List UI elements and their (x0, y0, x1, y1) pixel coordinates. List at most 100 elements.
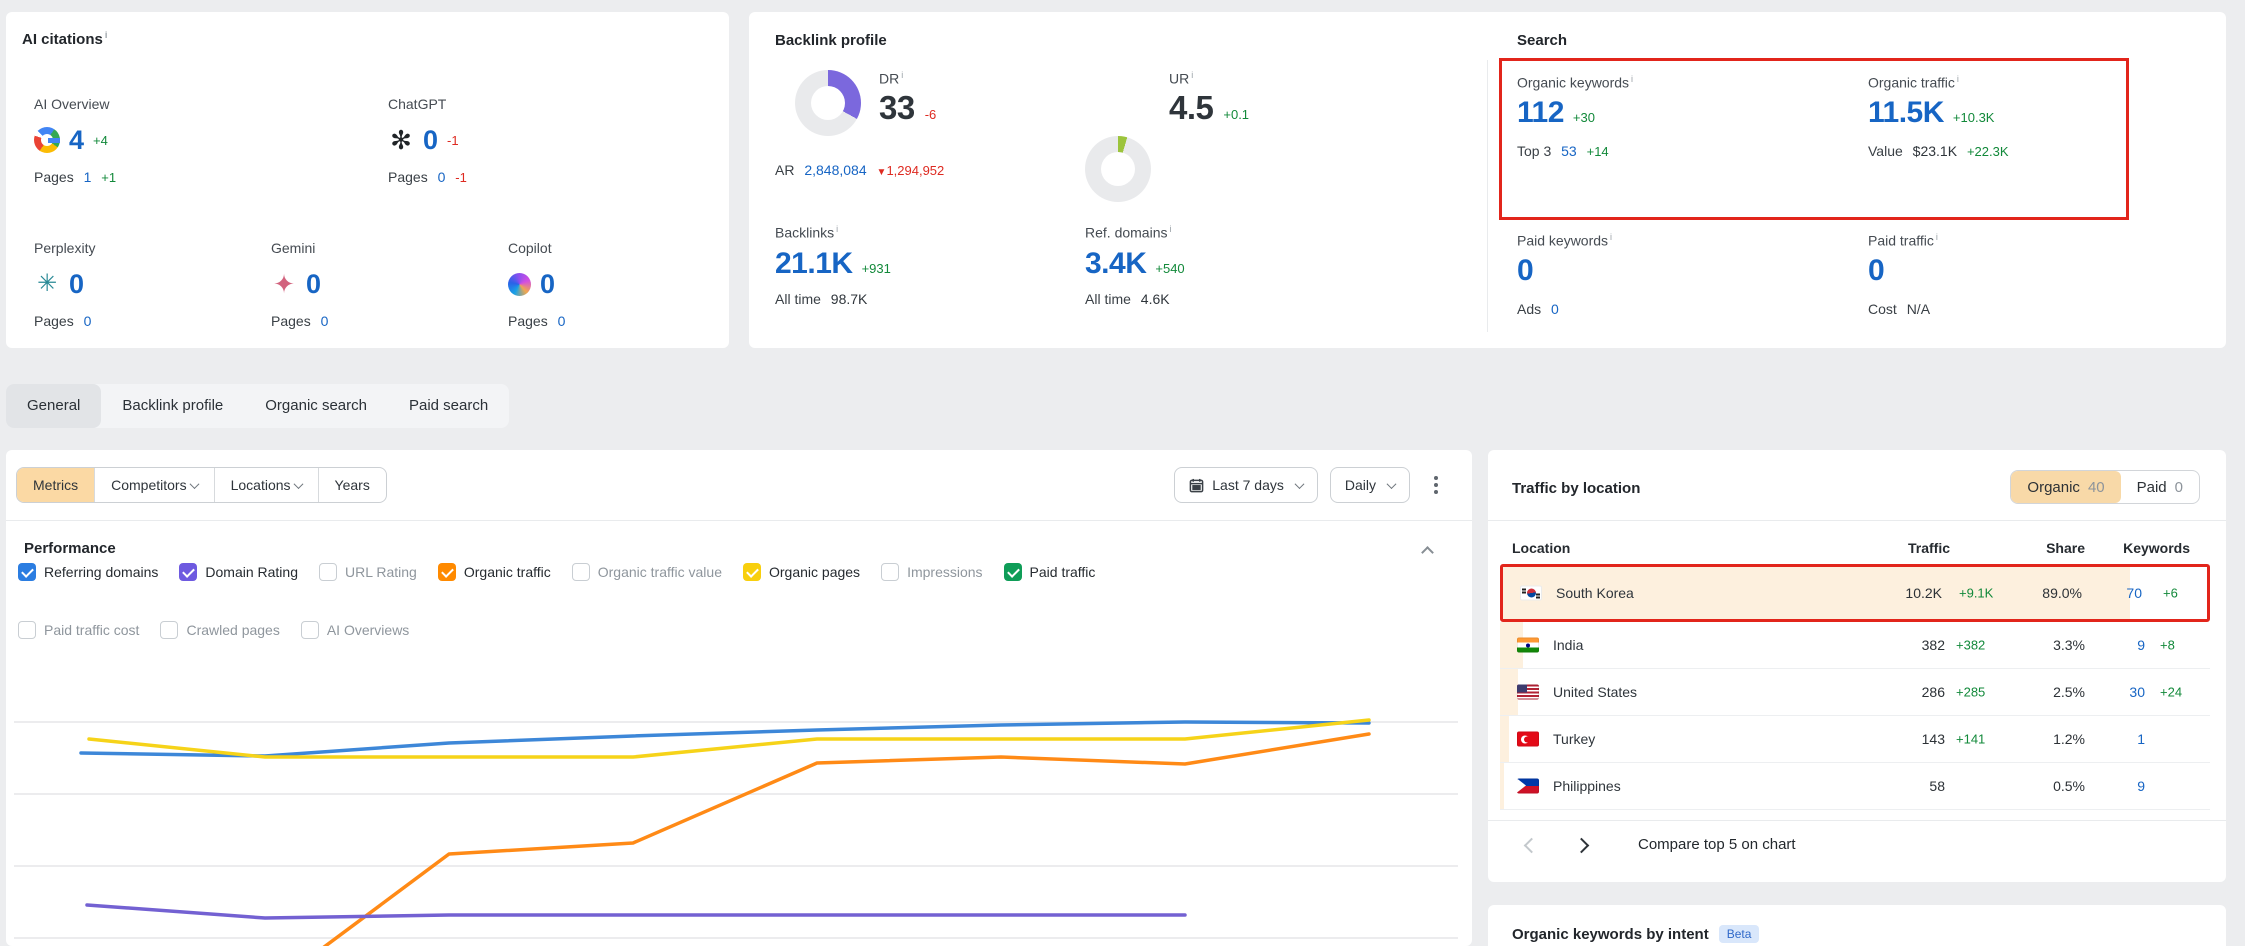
info-icon[interactable]: i (836, 224, 838, 234)
toggle-organic[interactable]: Organic40 (2011, 471, 2120, 503)
share-bar (1500, 716, 1509, 762)
metric-checkbox-referring-domains[interactable]: Referring domains (18, 563, 158, 581)
backlink-profile-title: Backlink profile (775, 32, 887, 49)
chevron-down-icon (293, 479, 303, 489)
performance-line-chart[interactable] (6, 650, 1472, 946)
paid-traffic-value: 0 (1868, 254, 1884, 287)
dr-value: 33 (879, 89, 915, 127)
compare-top5-link[interactable]: Compare top 5 on chart (1638, 836, 1796, 853)
organic-traffic-sub: Value $23.1K +22.3K (1868, 143, 2009, 159)
date-range-button[interactable]: Last 7 days (1174, 467, 1318, 503)
backlinks-alltime: All time 98.7K (775, 291, 891, 307)
metric-checkbox-domain-rating[interactable]: Domain Rating (179, 563, 298, 581)
ai-engine-gemini: Gemini0Pages 0 (271, 240, 328, 329)
beta-badge: Beta (1719, 925, 1760, 943)
info-icon[interactable]: i (1936, 232, 1938, 242)
checkbox-unchecked-icon[interactable] (319, 563, 337, 581)
ai-engine-value-row: 0-1 (388, 121, 467, 159)
tab-general[interactable]: General (6, 384, 101, 428)
chatgpt-icon (388, 127, 414, 153)
country-name: Philippines (1553, 778, 1621, 794)
series-line-organic-pages (89, 720, 1369, 757)
checkbox-unchecked-icon[interactable] (160, 621, 178, 639)
metric-label: Paid traffic cost (44, 622, 139, 638)
metric-checkbox-organic-pages[interactable]: Organic pages (743, 563, 860, 581)
report-tabs: GeneralBacklink profileOrganic searchPai… (6, 384, 509, 428)
calendar-icon (1189, 478, 1204, 493)
segment-competitors[interactable]: Competitors (94, 468, 213, 502)
performance-metrics-row-2: Paid traffic cost Crawled pages AI Overvie… (18, 621, 409, 639)
more-options-kebab-menu[interactable] (1426, 475, 1446, 495)
info-icon[interactable]: i (1957, 74, 1959, 84)
ur-value: 4.5 (1169, 89, 1213, 127)
paid-traffic-label: Paid traffici (1868, 232, 1938, 249)
previous-page-chevron[interactable] (1524, 838, 1540, 854)
location-table-body: South Korea10.2K+9.1K89.0%70+6India382+3… (1500, 564, 2210, 810)
metric-checkbox-crawled-pages[interactable]: Crawled pages (160, 621, 279, 639)
triangle-down-icon: ▼ (877, 167, 887, 178)
ai-engine-value: 4 (69, 125, 84, 156)
checkbox-checked-icon[interactable] (179, 563, 197, 581)
gemini-icon (271, 271, 297, 297)
organic-traffic-value: 11.5K (1868, 96, 1944, 130)
checkbox-unchecked-icon[interactable] (18, 621, 36, 639)
ai-engine-value-row: 0 (34, 265, 95, 303)
dr-label: DRi (879, 70, 936, 87)
collapse-chevron-up-icon[interactable] (1421, 546, 1434, 559)
share-bar (1500, 669, 1518, 715)
info-icon[interactable]: i (901, 70, 903, 80)
tab-backlink-profile[interactable]: Backlink profile (101, 384, 244, 428)
metric-checkbox-paid-traffic-cost[interactable]: Paid traffic cost (18, 621, 139, 639)
location-row-philippines[interactable]: Philippines580.5%9 (1500, 763, 2210, 810)
checkbox-checked-icon[interactable] (743, 563, 761, 581)
checkbox-checked-icon[interactable] (18, 563, 36, 581)
ai-engine-delta: +4 (93, 133, 108, 148)
segment-locations[interactable]: Locations (214, 468, 318, 502)
traffic-delta: +141 (1956, 732, 1985, 747)
ai-engine-copilot: Copilot0Pages 0 (508, 240, 565, 329)
tab-paid-search[interactable]: Paid search (388, 384, 509, 428)
info-icon[interactable]: i (1610, 232, 1612, 242)
country-name: South Korea (1556, 585, 1634, 601)
column-header-location: Location (1512, 540, 1570, 556)
info-icon[interactable]: i (1169, 224, 1171, 234)
flag-kr-icon (1520, 586, 1542, 601)
ai-engine-chatgpt: ChatGPT0-1Pages 0 -1 (388, 96, 467, 185)
ai-engine-perplexity: Perplexity0Pages 0 (34, 240, 95, 329)
country-name: India (1553, 637, 1583, 653)
ai-engine-pages: Pages 0 -1 (388, 169, 467, 185)
divider (1488, 520, 2226, 521)
checkbox-unchecked-icon[interactable] (301, 621, 319, 639)
keywords-delta: +24 (2160, 685, 2182, 700)
metric-checkbox-url-rating[interactable]: URL Rating (319, 563, 417, 581)
checkbox-unchecked-icon[interactable] (572, 563, 590, 581)
ar-drop: ▼1,294,952 (877, 163, 945, 178)
location-row-south-korea[interactable]: South Korea10.2K+9.1K89.0%70+6 (1500, 564, 2210, 622)
toggle-paid[interactable]: Paid0 (2121, 471, 2199, 503)
metric-checkbox-organic-traffic[interactable]: Organic traffic (438, 563, 551, 581)
location-row-united-states[interactable]: United States286+2852.5%30+24 (1500, 669, 2210, 716)
checkbox-checked-icon[interactable] (1004, 563, 1022, 581)
tab-organic-search[interactable]: Organic search (244, 384, 388, 428)
metric-checkbox-organic-traffic-value[interactable]: Organic traffic value (572, 563, 722, 581)
metric-checkbox-impressions[interactable]: Impressions (881, 563, 982, 581)
segment-metrics[interactable]: Metrics (17, 468, 94, 502)
checkbox-checked-icon[interactable] (438, 563, 456, 581)
traffic-delta: +382 (1956, 638, 1985, 653)
location-row-turkey[interactable]: Turkey143+1411.2%1 (1500, 716, 2210, 763)
traffic-value: 10.2K (1905, 585, 1942, 601)
info-icon[interactable]: i (1631, 74, 1633, 84)
metric-checkbox-paid-traffic[interactable]: Paid traffic (1004, 563, 1096, 581)
ref-domains-delta: +540 (1155, 261, 1184, 276)
granularity-button[interactable]: Daily (1330, 467, 1410, 503)
info-icon[interactable]: i (1191, 70, 1193, 80)
segment-years[interactable]: Years (318, 468, 386, 502)
next-page-chevron[interactable] (1574, 838, 1590, 854)
location-row-india[interactable]: India382+3823.3%9+8 (1500, 622, 2210, 669)
ai-engine-pages: Pages 0 (508, 313, 565, 329)
metric-checkbox-ai-overviews[interactable]: AI Overviews (301, 621, 409, 639)
ai-engine-value: 0 (423, 125, 438, 156)
checkbox-unchecked-icon[interactable] (881, 563, 899, 581)
info-icon[interactable]: i (105, 30, 108, 40)
perplexity-icon (34, 271, 60, 297)
